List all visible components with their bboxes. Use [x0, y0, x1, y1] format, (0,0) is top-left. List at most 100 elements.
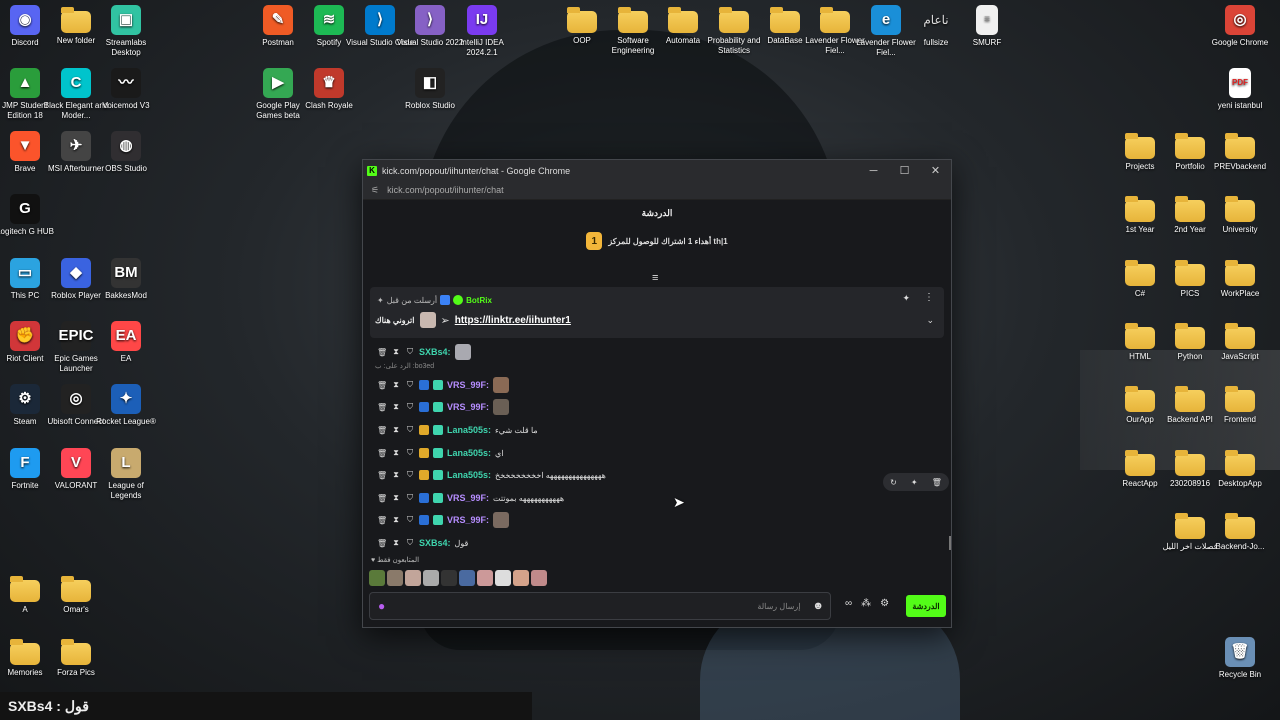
- chat-message[interactable]: 🗑 ⧗ ⛉ Lana505s: اي: [377, 444, 504, 462]
- chat-username[interactable]: VRS_99F:: [447, 380, 489, 390]
- desktop-icon[interactable]: G Logitech G HUB: [0, 194, 59, 237]
- pin-message-icon[interactable]: ✦: [911, 478, 918, 487]
- supporters-row[interactable]: [369, 570, 547, 586]
- timeout-icon[interactable]: ⧗: [391, 515, 401, 525]
- gear-icon[interactable]: ⚙: [880, 598, 889, 609]
- unpin-icon[interactable]: ✦: [902, 293, 910, 304]
- timeout-icon[interactable]: ⧗: [391, 493, 401, 503]
- desktop-icon[interactable]: JavaScript: [1206, 321, 1274, 362]
- delete-icon[interactable]: 🗑: [377, 539, 387, 548]
- chat-username[interactable]: SXBs4:: [419, 538, 451, 548]
- desktop-icon[interactable]: ≡ SMURF: [953, 5, 1021, 48]
- reply-icon[interactable]: ↻: [890, 478, 897, 487]
- pinned-link[interactable]: https://linktr.ee/iihunter1: [455, 315, 571, 326]
- desktop-icon[interactable]: IJ IntelliJ IDEA 2024.2.1: [448, 5, 516, 58]
- site-settings-icon[interactable]: ⚟: [371, 185, 379, 196]
- expand-chevron-icon[interactable]: ⌄: [926, 315, 934, 326]
- avatar[interactable]: [405, 570, 421, 586]
- desktop-icon[interactable]: 🗑 Recycle Bin: [1206, 637, 1274, 680]
- timeout-icon[interactable]: ⧗: [391, 380, 401, 390]
- chat-message[interactable]: 🗑 ⧗ ⛉ VRS_99F:: [377, 511, 510, 529]
- minimize-button[interactable]: ─: [858, 165, 889, 177]
- delete-icon[interactable]: 🗑: [377, 471, 387, 480]
- desktop-icon[interactable]: ▣ Streamlabs Desktop: [92, 5, 160, 58]
- ban-icon[interactable]: ⛉: [405, 538, 415, 548]
- ban-icon[interactable]: ⛉: [405, 402, 415, 412]
- desktop-icon[interactable]: 〰 Voicemod V3: [92, 68, 160, 111]
- timeout-icon[interactable]: ⧗: [391, 448, 401, 458]
- desktop-icon[interactable]: ◍ OBS Studio: [92, 131, 160, 174]
- delete-icon[interactable]: 🗑: [377, 426, 387, 435]
- maximize-button[interactable]: ☐: [889, 164, 920, 177]
- collapse-icon[interactable]: ≡: [652, 272, 658, 284]
- delete-icon[interactable]: 🗑: [377, 403, 387, 412]
- desktop-icon[interactable]: ✦ Rocket League®: [92, 384, 160, 427]
- ban-icon[interactable]: ⛉: [405, 380, 415, 390]
- delete-icon[interactable]: 🗑: [377, 348, 387, 357]
- desktop-icon[interactable]: Frontend: [1206, 384, 1274, 425]
- send-chat-button[interactable]: الدردشة: [906, 595, 946, 617]
- delete-icon[interactable]: 🗑: [377, 449, 387, 458]
- mic-icon[interactable]: ●: [378, 599, 385, 613]
- avatar[interactable]: [495, 570, 511, 586]
- avatar[interactable]: [513, 570, 529, 586]
- close-button[interactable]: ✕: [920, 164, 951, 177]
- avatar[interactable]: [423, 570, 439, 586]
- chat-message[interactable]: 🗑 ⧗ ⛉ SXBs4:: [377, 343, 471, 361]
- chat-input[interactable]: ● إرسال رسالة ☻: [369, 592, 831, 620]
- avatar[interactable]: [459, 570, 475, 586]
- message-actions[interactable]: ↻ ✦ 🗑: [883, 473, 949, 491]
- chat-username[interactable]: VRS_99F:: [447, 402, 489, 412]
- ban-icon[interactable]: ⛉: [405, 470, 415, 480]
- desktop-icon[interactable]: L League of Legends: [92, 448, 160, 501]
- desktop-icon[interactable]: BM BakkesMod: [92, 258, 160, 301]
- ban-icon[interactable]: ⛉: [405, 515, 415, 525]
- chat-message[interactable]: 🗑 ⧗ ⛉ Lana505s: هههههههههههههههه اخخخخخخخخخ: [377, 466, 606, 484]
- pinned-message[interactable]: ✦ أرسلت من قبل BotRix ✦ ⋮ ⌄ اتروني هناك …: [370, 287, 944, 338]
- more-options-icon[interactable]: ⋮: [924, 292, 934, 303]
- url-text[interactable]: kick.com/popout/iihunter/chat: [387, 185, 504, 195]
- chat-input-placeholder[interactable]: إرسال رسالة: [385, 602, 812, 611]
- timeout-icon[interactable]: ⧗: [391, 470, 401, 480]
- chat-username[interactable]: Lana505s:: [447, 470, 491, 480]
- chat-message[interactable]: 🗑 ⧗ ⛉ VRS_99F:: [377, 376, 510, 394]
- desktop-icon[interactable]: Forza Pics: [42, 637, 110, 678]
- ban-icon[interactable]: ⛉: [405, 493, 415, 503]
- chat-username[interactable]: VRS_99F:: [447, 493, 489, 503]
- timeout-icon[interactable]: ⧗: [391, 402, 401, 412]
- users-icon[interactable]: ⁂: [861, 598, 871, 609]
- desktop-icon[interactable]: ◎ Google Chrome: [1206, 5, 1274, 48]
- ban-icon[interactable]: ⛉: [405, 347, 415, 357]
- infinity-icon[interactable]: ∞: [845, 598, 852, 609]
- desktop-icon[interactable]: PDF yeni istanbul: [1206, 68, 1274, 111]
- desktop-icon[interactable]: WorkPlace: [1206, 258, 1274, 299]
- bot-name[interactable]: BotRix: [466, 296, 492, 305]
- address-bar[interactable]: ⚟ kick.com/popout/iihunter/chat: [363, 181, 951, 200]
- ban-icon[interactable]: ⛉: [405, 448, 415, 458]
- chat-username[interactable]: SXBs4:: [419, 347, 451, 357]
- chat-message[interactable]: 🗑 ⧗ ⛉ SXBs4: قول: [377, 534, 468, 552]
- desktop-icon[interactable]: ♛ Clash Royale: [295, 68, 363, 111]
- ban-icon[interactable]: ⛉: [405, 425, 415, 435]
- desktop-icon[interactable]: Backend-Jo...: [1206, 511, 1274, 552]
- avatar[interactable]: [369, 570, 385, 586]
- chat-message[interactable]: 🗑 ⧗ ⛉ VRS_99F: هههههههههههه بموتتت: [377, 489, 564, 507]
- chrome-window[interactable]: K kick.com/popout/iihunter/chat - Google…: [362, 159, 952, 628]
- desktop-icon[interactable]: University: [1206, 194, 1274, 235]
- avatar[interactable]: [477, 570, 493, 586]
- delete-icon[interactable]: 🗑: [932, 478, 942, 487]
- chat-message[interactable]: 🗑 ⧗ ⛉ VRS_99F:: [377, 398, 510, 416]
- timeout-icon[interactable]: ⧗: [391, 538, 401, 548]
- delete-icon[interactable]: 🗑: [377, 494, 387, 503]
- timeout-icon[interactable]: ⧗: [391, 347, 401, 357]
- timeout-icon[interactable]: ⧗: [391, 425, 401, 435]
- title-bar[interactable]: K kick.com/popout/iihunter/chat - Google…: [363, 160, 951, 181]
- desktop-icon[interactable]: DesktopApp: [1206, 448, 1274, 489]
- delete-icon[interactable]: 🗑: [377, 516, 387, 525]
- chat-username[interactable]: VRS_99F:: [447, 515, 489, 525]
- desktop-icon[interactable]: EA EA: [92, 321, 160, 364]
- desktop-icon[interactable]: Omar's: [42, 574, 110, 615]
- desktop-icon[interactable]: ◧ Roblox Studio: [396, 68, 464, 111]
- chat-username[interactable]: Lana505s:: [447, 425, 491, 435]
- delete-icon[interactable]: 🗑: [377, 381, 387, 390]
